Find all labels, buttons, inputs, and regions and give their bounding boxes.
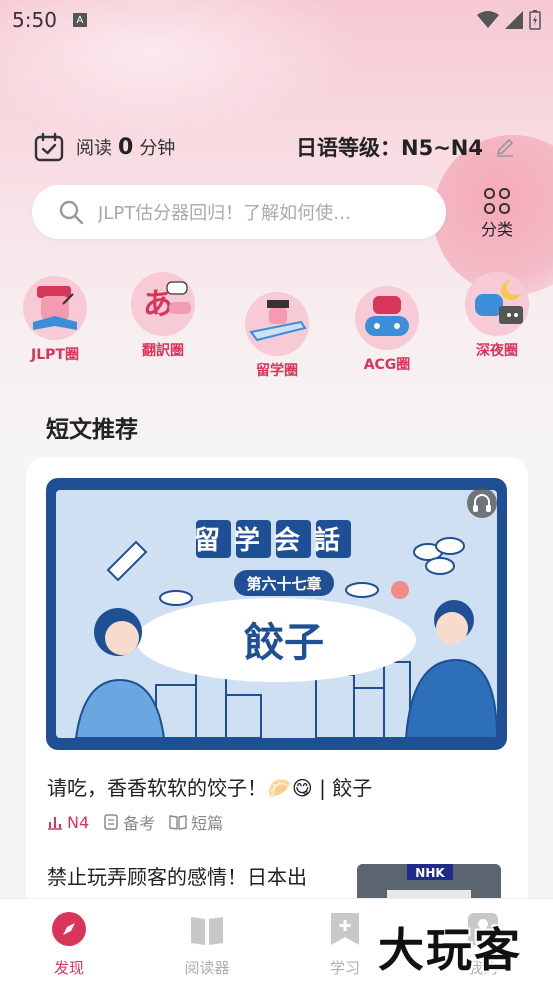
circle-jlpt[interactable]: JLPT圈 [10,276,100,364]
status-time: 5:50 [12,8,57,32]
nav-discover[interactable]: 发现 [29,911,109,978]
exam-tag-text: 备考 [123,814,156,833]
level-tag: N4 [47,813,89,832]
bookmark-plus-icon [331,913,359,945]
japanese-level[interactable]: 日语等级：N5~N4 [296,130,515,164]
notification-icon: A [72,13,87,27]
watermark: 大玩客 [378,923,522,977]
circle-translate[interactable]: あ 翻訳圏 [118,272,208,360]
note-icon [104,814,118,830]
reading-minutes: 0 [118,134,134,160]
status-bar: 5:50 A [0,0,553,40]
category-button[interactable]: 分类 [472,188,522,240]
headphones-icon[interactable] [467,488,497,518]
short-tag: 短篇 [169,810,223,834]
exam-tag: 备考 [103,810,155,834]
compass-icon [52,912,86,946]
circle-label: ACG圈 [363,357,411,373]
late-night-circle-icon [465,272,529,336]
reading-prefix: 阅读 [76,138,112,159]
book-icon [169,815,187,830]
level-text: 日语等级：N5~N4 [296,136,483,160]
jlpt-circle-icon [23,276,87,340]
wifi-icon [477,11,499,28]
article-title-2[interactable]: 禁止玩弄顾客的感情！日本出 [47,862,337,892]
translate-circle-icon: あ [131,272,195,336]
search-icon [59,200,84,225]
open-book-icon [191,917,223,945]
cover-illustration: 留学会話 第六十七章 餃子 [74,520,497,738]
bar-chart-icon [48,817,62,830]
nav-reader[interactable]: 阅读器 [167,911,247,978]
nav-label: 学习 [329,959,360,977]
cover-title-text: 餃子 [244,620,324,666]
reading-time-row[interactable]: 阅读 0 分钟 [34,130,175,164]
level-tag-text: N4 [67,812,90,832]
category-label: 分类 [480,220,513,239]
circle-late-night[interactable]: 深夜圈 [452,272,542,360]
cover-chapter-text: 第六十七章 [246,575,321,593]
article-cover-image[interactable]: 留学会話 第六十七章 餃子 [46,478,507,750]
article-title[interactable]: 请吃，香香软软的饺子！🥟😋 | 餃子 [47,772,372,801]
circle-label: JLPT圈 [31,347,79,363]
grid-icon [484,188,510,214]
nav-label: 阅读器 [184,959,230,977]
calendar-check-icon [34,132,64,162]
circle-study-abroad[interactable]: 留学圈 [232,292,322,380]
circle-acg[interactable]: ACG圈 [342,286,432,374]
acg-circle-icon [355,286,419,350]
nhk-logo: NHK [415,866,445,880]
section-title: 短文推荐 [46,417,138,443]
edit-pencil-icon[interactable] [495,137,515,157]
reading-unit: 分钟 [139,138,176,159]
search-placeholder: JLPT估分器回归！了解如何使… [98,203,352,224]
signal-icon [505,11,523,29]
nav-study[interactable]: 学习 [305,911,385,978]
circle-label: 留学圈 [256,363,298,379]
article-tags: N4 备考 短篇 [47,810,223,834]
study-abroad-circle-icon [245,292,309,356]
search-bar[interactable]: JLPT估分器回归！了解如何使… [32,185,446,239]
nav-label: 发现 [53,959,84,977]
circle-label: 深夜圈 [476,343,518,359]
battery-icon [529,10,541,30]
circle-label: 翻訳圏 [142,343,184,359]
cover-banner-text: 留学会話 [194,525,354,556]
short-tag-text: 短篇 [191,814,224,833]
